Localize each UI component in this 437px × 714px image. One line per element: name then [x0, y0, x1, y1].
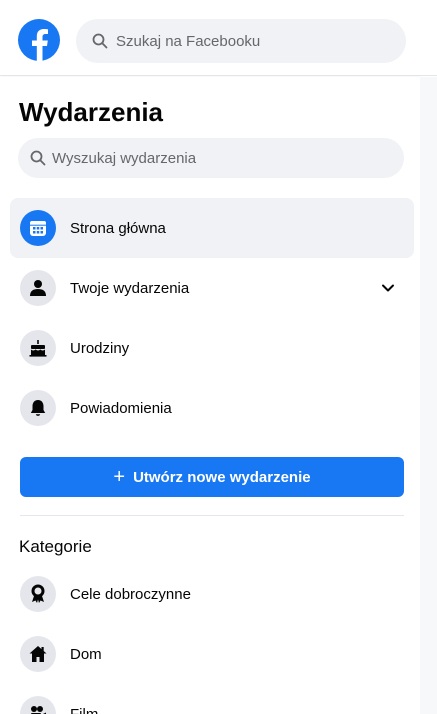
- menu-item-birthdays[interactable]: Urodziny: [10, 318, 414, 378]
- birthday-cake-icon: [20, 330, 56, 366]
- category-item-charity[interactable]: Cele dobroczynne: [10, 564, 414, 624]
- film-camera-icon: [20, 696, 56, 714]
- plus-icon: +: [113, 466, 126, 488]
- events-sidebar: Wydarzenia Wyszukaj wydarzenia Strona gł…: [0, 77, 420, 714]
- page-title: Wydarzenia: [19, 97, 164, 127]
- category-item-charity-label: Cele dobroczynne: [70, 585, 191, 603]
- chevron-down-icon[interactable]: [380, 280, 396, 296]
- categories-list: Cele dobroczynne Dom Film: [10, 564, 414, 714]
- house-icon: [20, 636, 56, 672]
- events-search-input[interactable]: Wyszukaj wydarzenia: [18, 138, 404, 178]
- menu-item-your-events-label: Twoje wydarzenia: [70, 279, 190, 297]
- search-icon: [30, 150, 46, 166]
- section-divider: [20, 515, 404, 516]
- menu-item-your-events[interactable]: Twoje wydarzenia: [10, 258, 414, 318]
- category-item-home[interactable]: Dom: [10, 624, 414, 684]
- ribbon-icon: [20, 576, 56, 612]
- create-event-button[interactable]: + Utwórz nowe wydarzenie: [20, 457, 404, 497]
- facebook-search-input[interactable]: Szukaj na Facebooku: [76, 19, 406, 63]
- create-event-label: Utwórz nowe wydarzenie: [133, 468, 311, 486]
- facebook-logo-icon[interactable]: [18, 19, 60, 61]
- bell-icon: [20, 390, 56, 426]
- categories-title: Kategorie: [19, 537, 92, 556]
- menu-item-home[interactable]: Strona główna: [10, 198, 414, 258]
- category-item-film-label: Film: [70, 705, 99, 714]
- top-bar: Szukaj na Facebooku: [0, 0, 437, 76]
- facebook-search-placeholder: Szukaj na Facebooku: [116, 32, 261, 50]
- menu-item-home-label: Strona główna: [70, 219, 166, 237]
- menu-item-notifications[interactable]: Powiadomienia: [10, 378, 414, 438]
- category-item-film[interactable]: Film: [10, 684, 414, 714]
- calendar-icon: [20, 210, 56, 246]
- events-search-placeholder: Wyszukaj wydarzenia: [52, 149, 197, 167]
- category-item-home-label: Dom: [70, 645, 102, 663]
- search-icon: [92, 33, 108, 49]
- events-menu: Strona główna Twoje wydarzenia Urodziny …: [10, 198, 414, 438]
- scrollbar[interactable]: [420, 77, 437, 714]
- menu-item-notifications-label: Powiadomienia: [70, 399, 172, 417]
- menu-item-birthdays-label: Urodziny: [70, 339, 130, 357]
- person-icon: [20, 270, 56, 306]
